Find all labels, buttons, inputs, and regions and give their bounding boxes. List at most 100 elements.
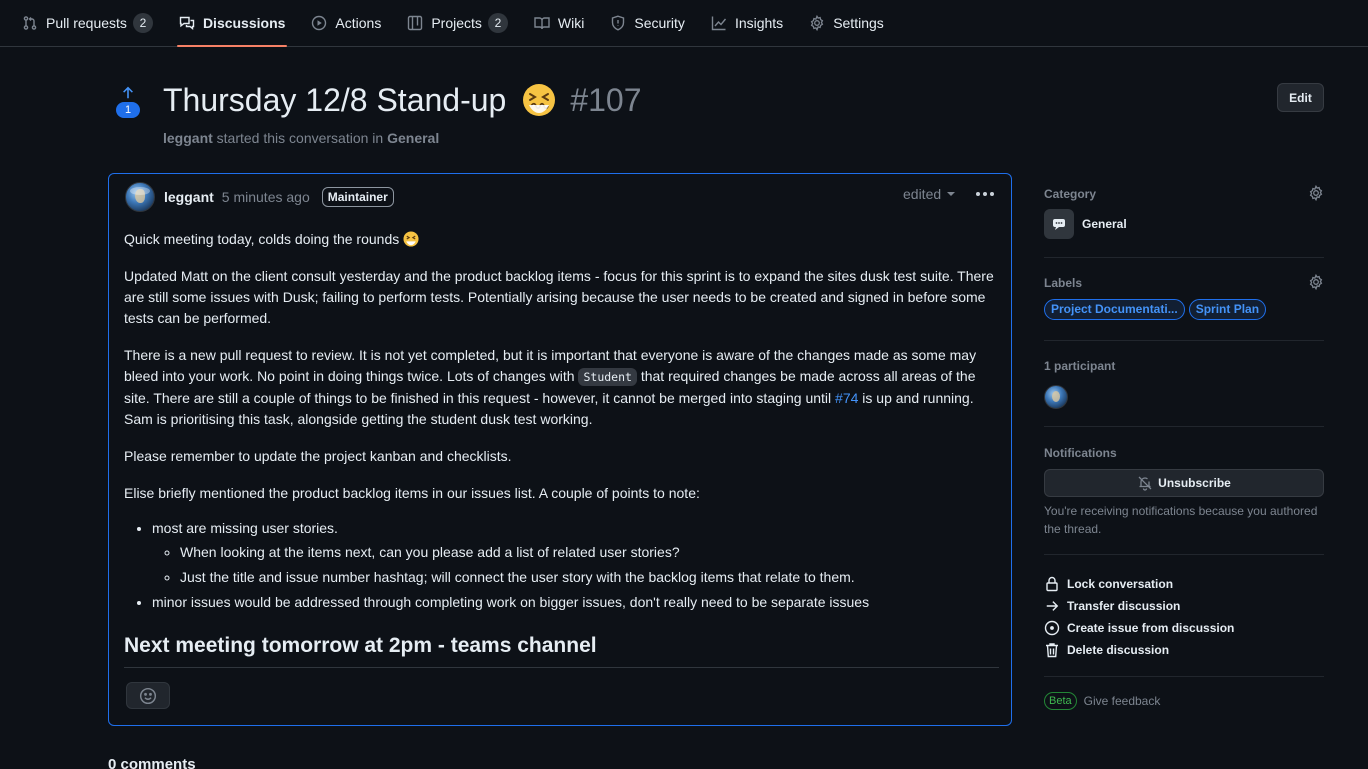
tab-wiki[interactable]: Wiki bbox=[524, 0, 594, 46]
unsubscribe-label: Unsubscribe bbox=[1158, 476, 1231, 490]
add-reaction-button[interactable] bbox=[126, 682, 170, 709]
list-item: Just the title and issue number hashtag;… bbox=[180, 567, 999, 588]
tab-counter: 2 bbox=[132, 13, 153, 33]
avatar[interactable] bbox=[125, 182, 155, 212]
author-link[interactable]: leggant bbox=[163, 130, 213, 146]
labels-section: Labels Project Documentati... Sprint Plan bbox=[1044, 274, 1324, 341]
confounded-face-icon bbox=[403, 231, 419, 247]
issue-opened-icon bbox=[1044, 620, 1060, 636]
gear-icon[interactable] bbox=[1308, 274, 1324, 290]
tab-settings[interactable]: Settings bbox=[799, 0, 894, 46]
git-pull-request-icon bbox=[22, 15, 38, 31]
tab-counter: 2 bbox=[487, 13, 508, 33]
arrow-up-icon bbox=[121, 86, 135, 100]
list-item: most are missing user stories. When look… bbox=[152, 518, 999, 588]
transfer-discussion-button[interactable]: Transfer discussion bbox=[1044, 595, 1324, 617]
book-icon bbox=[534, 15, 550, 31]
post-body: Quick meeting today, colds doing the rou… bbox=[124, 229, 999, 668]
tab-label: Security bbox=[634, 15, 685, 31]
feedback-row: Beta Give feedback bbox=[1044, 692, 1160, 710]
category-item[interactable]: General bbox=[1044, 209, 1324, 239]
kebab-horizontal-icon[interactable] bbox=[973, 184, 997, 204]
discussion-title-row: Thursday 12/8 Stand-up #107 bbox=[163, 80, 642, 120]
discussion-actions: Lock conversation Transfer discussion Cr… bbox=[1044, 573, 1324, 677]
notifications-section: Notifications Unsubscribe You're receivi… bbox=[1044, 446, 1324, 555]
paragraph: Elise briefly mentioned the product back… bbox=[124, 485, 700, 501]
post-timestamp[interactable]: 5 minutes ago bbox=[222, 189, 310, 205]
maintainer-badge: Maintainer bbox=[321, 187, 394, 207]
tab-security[interactable]: Security bbox=[600, 0, 695, 46]
tab-projects[interactable]: Projects 2 bbox=[397, 0, 518, 46]
delete-discussion-button[interactable]: Delete discussion bbox=[1044, 639, 1324, 661]
label-list: Project Documentati... Sprint Plan bbox=[1044, 299, 1324, 320]
bullet-list: most are missing user stories. When look… bbox=[152, 518, 999, 613]
edit-button[interactable]: Edit bbox=[1277, 83, 1324, 112]
action-label: Create issue from discussion bbox=[1067, 621, 1235, 635]
page-title: Thursday 12/8 Stand-up bbox=[163, 81, 507, 118]
action-label: Lock conversation bbox=[1067, 577, 1174, 591]
paragraph: Updated Matt on the client consult yeste… bbox=[124, 268, 994, 326]
nested-list: When looking at the items next, can you … bbox=[180, 542, 999, 588]
create-issue-button[interactable]: Create issue from discussion bbox=[1044, 617, 1324, 639]
beta-badge: Beta bbox=[1044, 692, 1077, 710]
tab-label: Settings bbox=[833, 15, 884, 31]
label-sprint-plan[interactable]: Sprint Plan bbox=[1188, 299, 1267, 320]
labels-heading: Labels bbox=[1044, 276, 1083, 290]
category-section: Category General bbox=[1044, 185, 1324, 258]
avatar[interactable] bbox=[1044, 385, 1068, 409]
paragraph-text: Quick meeting today, colds doing the rou… bbox=[124, 231, 400, 247]
label-project-documentation[interactable]: Project Documentati... bbox=[1044, 299, 1185, 320]
bell-slash-icon bbox=[1137, 475, 1158, 491]
discussion-number: #107 bbox=[570, 81, 642, 118]
speech-balloon-icon bbox=[1044, 209, 1074, 239]
smiley-icon bbox=[139, 687, 157, 705]
tab-insights[interactable]: Insights bbox=[701, 0, 793, 46]
tab-pull-requests[interactable]: Pull requests 2 bbox=[12, 0, 163, 46]
issue-link[interactable]: #74 bbox=[835, 390, 858, 406]
arrow-right-icon bbox=[1044, 599, 1060, 613]
paragraph: Quick meeting today, colds doing the rou… bbox=[124, 229, 999, 250]
gear-icon[interactable] bbox=[1308, 185, 1324, 201]
discussion-meta: leggant started this conversation in Gen… bbox=[163, 130, 439, 146]
tab-discussions[interactable]: Discussions bbox=[169, 0, 295, 47]
tab-label: Insights bbox=[734, 15, 784, 31]
play-icon bbox=[311, 15, 327, 31]
tab-label: Pull requests bbox=[46, 15, 127, 31]
tab-label: Projects bbox=[431, 15, 482, 31]
comment-discussion-icon bbox=[179, 15, 195, 31]
paragraph: Please remember to update the project ka… bbox=[124, 448, 512, 464]
category-link[interactable]: General bbox=[387, 130, 439, 146]
unsubscribe-button[interactable]: Unsubscribe bbox=[1044, 469, 1324, 497]
post-header: leggant 5 minutes ago Maintainer bbox=[125, 182, 394, 212]
repo-tab-nav: Pull requests 2 Discussions Actions Proj… bbox=[0, 0, 1368, 47]
paragraph: There is a new pull request to review. I… bbox=[124, 345, 999, 430]
lock-icon bbox=[1044, 576, 1060, 592]
triangle-down-icon bbox=[947, 192, 956, 196]
tab-label: Wiki bbox=[557, 15, 585, 31]
participants-heading: 1 participant bbox=[1044, 359, 1116, 373]
graph-icon bbox=[711, 15, 727, 31]
shield-icon bbox=[610, 15, 626, 31]
confounded-face-icon bbox=[522, 83, 556, 117]
inline-code: Student bbox=[578, 368, 637, 386]
notifications-note: You're receiving notifications because y… bbox=[1044, 504, 1318, 536]
action-label: Delete discussion bbox=[1067, 643, 1170, 657]
tab-actions[interactable]: Actions bbox=[301, 0, 391, 46]
list-item: When looking at the items next, can you … bbox=[180, 542, 999, 563]
action-label: Transfer discussion bbox=[1067, 599, 1181, 613]
started-text: started this conversation in bbox=[216, 130, 384, 146]
lock-conversation-button[interactable]: Lock conversation bbox=[1044, 573, 1324, 595]
discussion-post: leggant 5 minutes ago Maintainer edited … bbox=[108, 173, 1012, 726]
edited-dropdown[interactable]: edited bbox=[903, 186, 956, 202]
upvote-button[interactable]: 1 bbox=[115, 86, 141, 124]
upvote-count: 1 bbox=[116, 102, 140, 118]
comments-count: 0 comments bbox=[108, 756, 196, 769]
edited-label: edited bbox=[903, 186, 942, 202]
give-feedback-link[interactable]: Give feedback bbox=[1084, 694, 1161, 708]
category-heading: Category bbox=[1044, 187, 1097, 201]
tab-label: Discussions bbox=[202, 15, 286, 31]
trash-icon bbox=[1044, 642, 1060, 658]
tab-label: Actions bbox=[335, 15, 382, 31]
category-name: General bbox=[1082, 217, 1127, 231]
post-author[interactable]: leggant bbox=[164, 189, 214, 205]
